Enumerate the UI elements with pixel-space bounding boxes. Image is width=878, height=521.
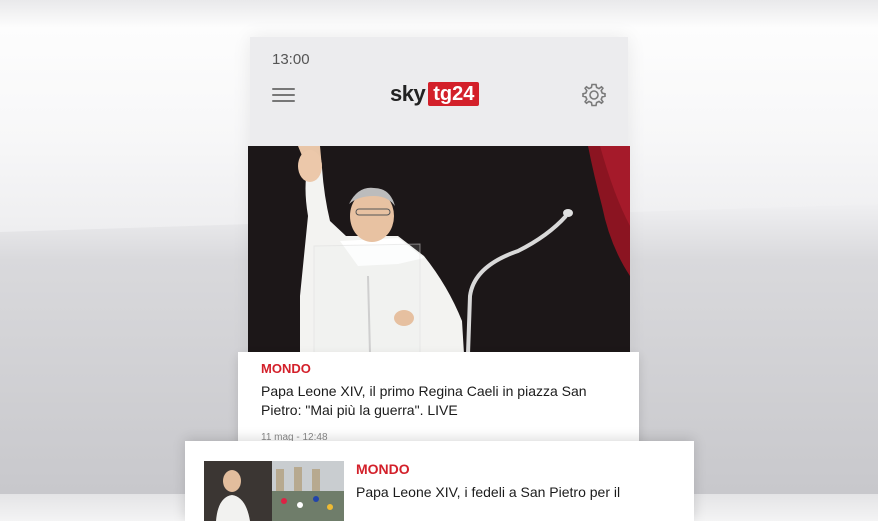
thumbnail-photo <box>204 461 344 521</box>
article-card-secondary[interactable]: MONDO Papa Leone XIV, i fedeli a San Pie… <box>185 441 694 521</box>
hero-photo <box>248 146 630 354</box>
article-card[interactable]: MONDO Papa Leone XIV, il primo Regina Ca… <box>238 352 639 452</box>
gear-icon[interactable] <box>581 82 607 108</box>
article-thumbnail <box>204 461 344 521</box>
article-title[interactable]: Papa Leone XIV, il primo Regina Caeli in… <box>261 382 621 420</box>
app-logo[interactable]: sky tg24 <box>390 81 480 107</box>
article-category: MONDO <box>261 361 311 376</box>
logo-tg24-text: tg24 <box>428 82 480 106</box>
article-category: MONDO <box>356 461 410 477</box>
article-title[interactable]: Papa Leone XIV, i fedeli a San Pietro pe… <box>356 484 686 500</box>
hamburger-menu-icon[interactable] <box>272 87 296 103</box>
logo-sky-text: sky <box>390 81 426 106</box>
status-time: 13:00 <box>272 51 310 68</box>
hero-image[interactable] <box>248 146 630 354</box>
